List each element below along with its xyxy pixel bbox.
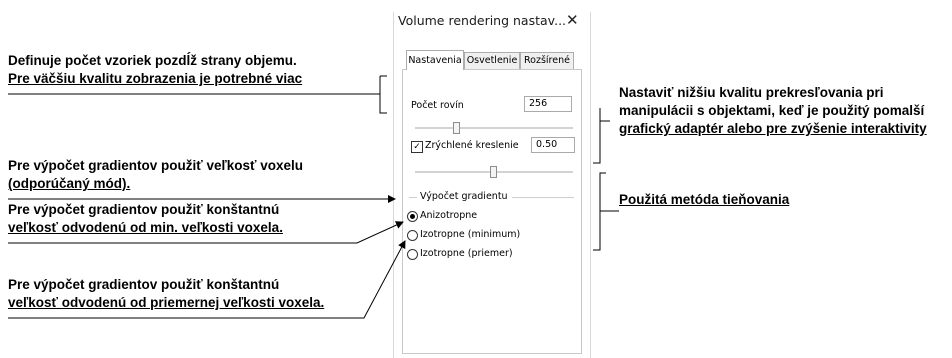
annotation-connectors: [8, 75, 619, 319]
quality-bracket: [593, 108, 610, 164]
arrow-priemer: [8, 240, 406, 319]
tab-nastavenia[interactable]: Nastavenia: [406, 50, 464, 70]
arrow-minimum: [8, 221, 404, 244]
shading-bracket: [593, 172, 619, 251]
samples-bracket: [8, 75, 387, 114]
